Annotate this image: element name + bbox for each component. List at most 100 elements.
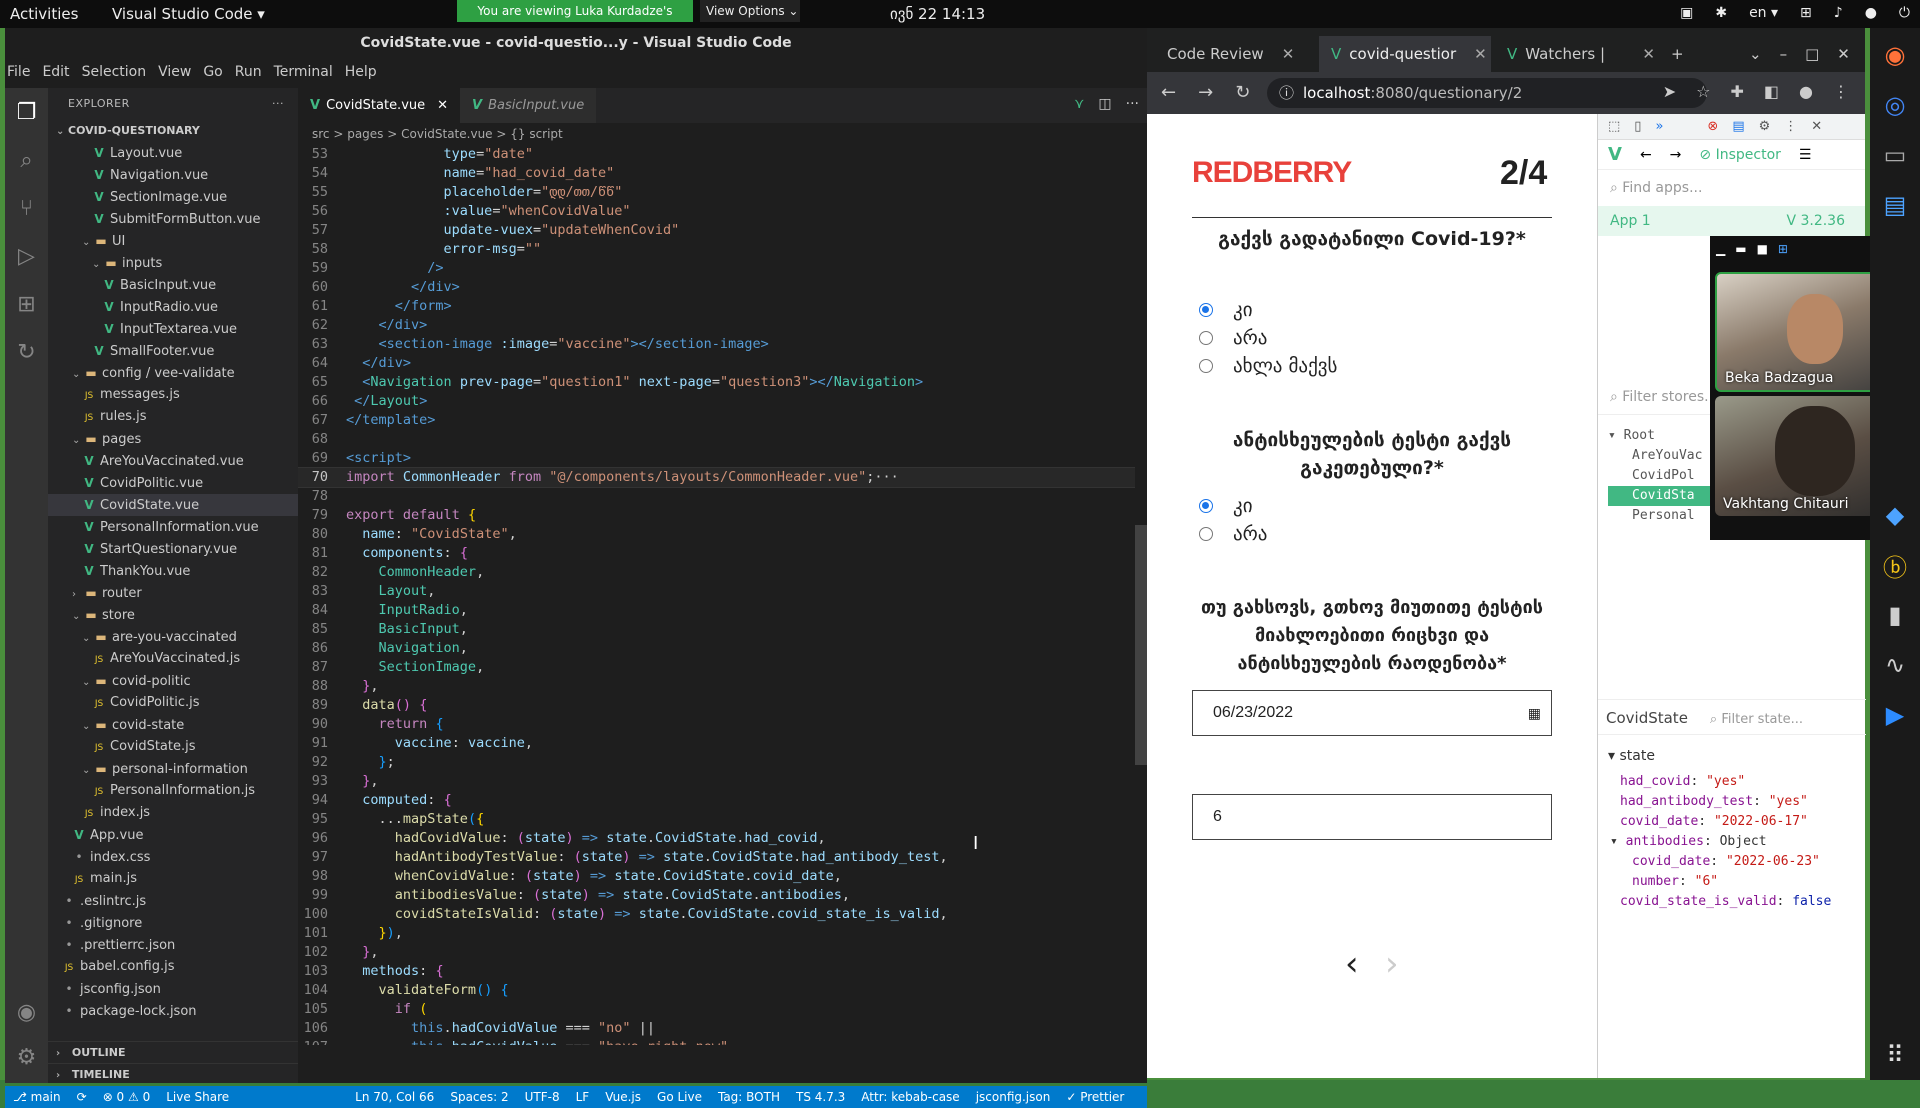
code-line[interactable]: 58 error-msg=""	[298, 240, 1138, 259]
status-jsconfig[interactable]: jsconfig.json	[976, 1090, 1051, 1104]
code-line[interactable]: 96 hadCovidValue: (state) => state.Covid…	[298, 829, 1138, 848]
state-entry[interactable]: number: "6"	[1608, 872, 1831, 892]
tree-folder[interactable]: ⌄ ▬ UI	[48, 230, 298, 252]
tree-file[interactable]: JS PersonalInformation.js	[48, 780, 298, 802]
code-line[interactable]: 83 Layout,	[298, 582, 1138, 601]
chevron-down-icon[interactable]: ⌄	[72, 364, 84, 386]
tree-file[interactable]: JS index.js	[48, 802, 298, 824]
code-line[interactable]: 54 name="had_covid_date"	[298, 164, 1138, 183]
code-line[interactable]: 85 BasicInput,	[298, 620, 1138, 639]
chevron-down-icon[interactable]: ⌄	[72, 606, 84, 628]
radio-had-covid-now[interactable]: ახლა მაქვს	[1199, 354, 1337, 378]
activities-button[interactable]: Activities	[10, 5, 78, 23]
forward-icon[interactable]: →	[1670, 147, 1682, 163]
vscode-dock-icon[interactable]: ◆	[1870, 490, 1920, 540]
tree-file[interactable]: JS AreYouVaccinated.js	[48, 648, 298, 670]
status-golive[interactable]: Go Live	[657, 1090, 702, 1104]
status-language[interactable]: Vue.js	[605, 1090, 641, 1104]
gallery-view-icon[interactable]: ▬	[1735, 242, 1746, 258]
tree-folder[interactable]: ⌄ ▬ store	[48, 604, 298, 626]
state-section-toggle[interactable]: ▾ state	[1608, 746, 1831, 766]
volume-icon[interactable]: ♪	[1834, 5, 1843, 21]
menu-help[interactable]: Help	[345, 64, 377, 88]
chevron-down-icon[interactable]: ⌄	[82, 760, 94, 782]
close-window-icon[interactable]: ✕	[1837, 36, 1850, 72]
state-entry[interactable]: had_covid: "yes"	[1608, 772, 1831, 792]
tree-folder[interactable]: ⌄ ▬ covid-state	[48, 714, 298, 736]
browser-tab-watchers[interactable]: VWatchers | Vu✕	[1495, 36, 1655, 99]
tree-folder[interactable]: ⌄ ▬ pages	[48, 428, 298, 450]
code-line[interactable]: 105 if (	[298, 1000, 1138, 1019]
project-root[interactable]: ⌄ COVID-QUESTIONARY	[48, 120, 298, 142]
devtools-settings-icon[interactable]: ⚙	[1759, 119, 1771, 134]
tree-file[interactable]: V BasicInput.vue	[48, 274, 298, 296]
code-line[interactable]: 63 <section-image :image="vaccine"></sec…	[298, 335, 1138, 354]
store-item-covidstate[interactable]: CovidSta	[1608, 486, 1718, 506]
code-line[interactable]: 81 components: {	[298, 544, 1138, 563]
back-icon[interactable]: ←	[1161, 82, 1176, 103]
error-count-icon[interactable]: ⊗	[1707, 119, 1718, 134]
code-line[interactable]: 60 </div>	[298, 278, 1138, 297]
date-input[interactable]: 06/23/2022 ▦	[1192, 690, 1552, 736]
status-eol[interactable]: LF	[576, 1090, 590, 1104]
more-panels-icon[interactable]: »	[1655, 119, 1663, 134]
code-line[interactable]: 87 SectionImage,	[298, 658, 1138, 677]
show-apps-icon[interactable]: ⠿	[1870, 1030, 1920, 1080]
status-indent[interactable]: Spaces: 2	[450, 1090, 508, 1104]
chevron-down-icon[interactable]: ⌄	[92, 254, 104, 276]
clock[interactable]: ივნ 22 14:13	[890, 5, 985, 23]
radio-had-covid-yes[interactable]: კი	[1199, 298, 1253, 322]
bookmark-star-icon[interactable]: ☆	[1696, 82, 1710, 101]
code-line[interactable]: 66 </Layout>	[298, 392, 1138, 411]
store-item-personal[interactable]: Personal	[1608, 506, 1718, 526]
menu-view[interactable]: View	[158, 64, 191, 88]
network-icon[interactable]: ⊞	[1800, 5, 1812, 21]
code-line[interactable]: 84 InputRadio,	[298, 601, 1138, 620]
speaker-view-icon[interactable]: ■	[1757, 242, 1768, 258]
tree-file[interactable]: • jsconfig.json	[48, 978, 298, 1000]
chrome-menu-icon[interactable]: ⋮	[1833, 82, 1849, 101]
tree-file[interactable]: • package-lock.json	[48, 1000, 298, 1022]
code-line[interactable]: 91 vaccine: vaccine,	[298, 734, 1138, 753]
tree-file[interactable]: V AreYouVaccinated.vue	[48, 450, 298, 472]
radio-button[interactable]	[1199, 331, 1213, 345]
tree-file[interactable]: V Layout.vue	[48, 142, 298, 164]
grid-view-icon[interactable]: ⊞	[1778, 242, 1788, 258]
tree-file[interactable]: V Navigation.vue	[48, 164, 298, 186]
tree-file[interactable]: JS messages.js	[48, 384, 298, 406]
filter-state-input[interactable]: ⌕ Filter state...	[1710, 712, 1803, 727]
remote-icon[interactable]: ↻	[5, 328, 48, 376]
maximize-icon[interactable]: □	[1805, 36, 1819, 72]
store-item-areyouvaccinated[interactable]: AreYouVac	[1608, 446, 1718, 466]
chevron-right-icon[interactable]: ›	[72, 584, 84, 606]
code-editor[interactable]: 53 type="date" 54 name="had_covid_date" 55…	[298, 145, 1138, 1045]
state-entry[interactable]: covid_date: "2022-06-17"	[1608, 812, 1831, 832]
status-branch[interactable]: ⎇ main	[13, 1090, 61, 1104]
code-line[interactable]: 107 this.hadCovidValue === "have_right_n…	[298, 1038, 1138, 1045]
extensions-puzzle-icon[interactable]: ✚	[1731, 82, 1744, 101]
tree-file[interactable]: JS CovidPolitic.js	[48, 692, 298, 714]
chevron-down-icon[interactable]: ⌄	[82, 716, 94, 738]
inspector-tab[interactable]: ⊘ Inspector	[1699, 147, 1781, 163]
status-sync[interactable]: ⟳	[77, 1090, 87, 1104]
split-editor-icon[interactable]: ◫	[1098, 96, 1111, 112]
close-tab-icon[interactable]: ✕	[1642, 36, 1655, 72]
tree-file[interactable]: V SmallFooter.vue	[48, 340, 298, 362]
radio-antibody-yes[interactable]: კი	[1199, 494, 1253, 518]
breadcrumb[interactable]: src > pages > CovidState.vue > {} script	[298, 123, 1147, 145]
device-toggle-icon[interactable]: ▯	[1634, 119, 1641, 134]
code-line[interactable]: 82 CommonHeader,	[298, 563, 1138, 582]
code-line[interactable]: 55 placeholder="დდ/თთ/წწ"	[298, 183, 1138, 202]
view-options-button[interactable]: View Options ⌄	[700, 0, 800, 22]
code-line[interactable]: 53 type="date"	[298, 145, 1138, 164]
tree-folder[interactable]: ⌄ ▬ are-you-vaccinated	[48, 626, 298, 648]
status-attr[interactable]: Attr: kebab-case	[861, 1090, 959, 1104]
status-encoding[interactable]: UTF-8	[525, 1090, 560, 1104]
tree-file[interactable]: V InputTextarea.vue	[48, 318, 298, 340]
tree-file[interactable]: JS CovidState.js	[48, 736, 298, 758]
power-icon[interactable]: ⏻	[1899, 5, 1910, 21]
menu-selection[interactable]: Selection	[82, 64, 147, 88]
radio-button[interactable]	[1199, 499, 1213, 513]
code-line[interactable]: 57 update-vuex="updateWhenCovid"	[298, 221, 1138, 240]
code-line[interactable]: 78	[298, 487, 1138, 506]
